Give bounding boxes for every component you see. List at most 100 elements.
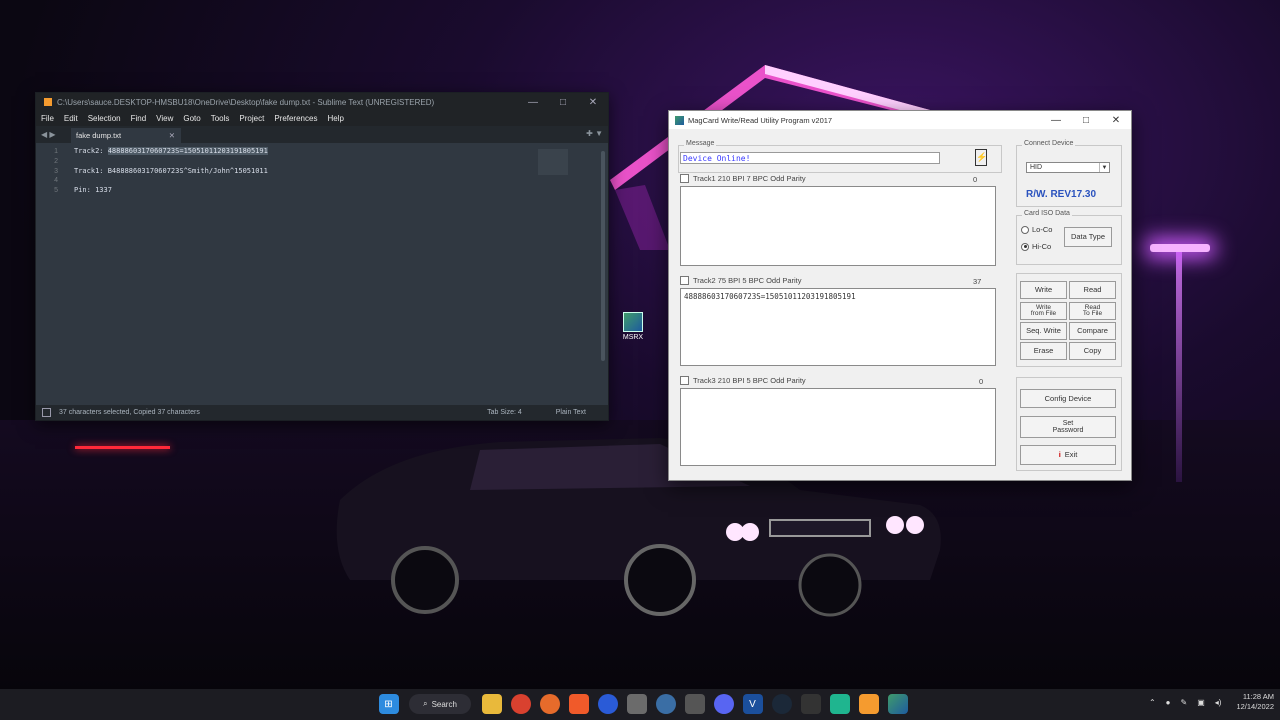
menu-find[interactable]: Find [131,114,147,123]
wallpaper-lamp [1150,244,1210,252]
maximize-icon[interactable]: □ [1071,115,1101,126]
tab-close-icon[interactable]: ✕ [169,131,175,140]
chevron-up-icon[interactable]: ⌃ [1149,698,1156,707]
menu-goto[interactable]: Goto [183,114,200,123]
desktop-icon-msrx[interactable]: MSRX [620,312,646,341]
set-password-button[interactable]: Set Password [1020,416,1116,438]
track3-field[interactable] [680,388,996,466]
seq-write-button[interactable]: Seq. Write [1020,322,1067,340]
network-icon[interactable]: ▣ [1197,698,1205,707]
track2-checkbox[interactable] [680,276,689,285]
firefox-icon[interactable] [539,694,560,714]
clock-date: 12/14/2022 [1236,702,1274,711]
track2-field[interactable]: 4888860317060723S=15051011203191805191 [680,288,996,366]
menu-project[interactable]: Project [239,114,264,123]
terminal-icon[interactable] [800,694,821,714]
app-icon[interactable] [684,694,705,714]
info-icon: i [1058,450,1061,460]
tab-fake-dump[interactable]: fake dump.txt ✕ [71,128,181,143]
track1-checkbox[interactable] [680,174,689,183]
brave-icon[interactable] [568,694,589,714]
write-button[interactable]: Write [1020,281,1067,299]
code-lines[interactable]: Track2: 4888860317060723S=15051011203191… [74,147,268,196]
read-button[interactable]: Read [1069,281,1116,299]
erase-button[interactable]: Erase [1020,342,1067,360]
menu-help[interactable]: Help [327,114,343,123]
track3-count: 0 [979,377,984,386]
close-icon[interactable]: ✕ [1101,115,1131,126]
chrome-icon[interactable] [510,694,531,714]
chevron-down-icon[interactable]: ▼ [1099,163,1109,172]
magcard-window: MagCard Write/Read Utility Program v2017… [668,110,1132,481]
pen-icon[interactable]: ✎ [1181,698,1188,707]
vertical-scrollbar[interactable] [601,151,605,361]
menu-edit[interactable]: Edit [64,114,78,123]
config-device-button[interactable]: Config Device [1020,389,1116,408]
menu-preferences[interactable]: Preferences [274,114,317,123]
vs-icon[interactable]: V [742,694,763,714]
app-icon[interactable] [597,694,618,714]
device-select[interactable]: HID ▼ [1026,162,1110,173]
close-icon[interactable]: ✕ [578,97,608,108]
search-icon: ⌕ [423,699,428,708]
clock-time: 11:28 AM [1242,692,1274,701]
minimize-icon[interactable]: — [1041,115,1071,126]
radio-lo-co[interactable]: Lo-Co [1021,225,1052,234]
magcard-window-title: MagCard Write/Read Utility Program v2017 [688,115,833,125]
magcard-titlebar: MagCard Write/Read Utility Program v2017… [669,111,1131,129]
msrx-taskbar-icon[interactable] [887,694,908,714]
menu-view[interactable]: View [156,114,173,123]
wallpaper-lamp-pole [1176,252,1182,482]
minimap[interactable] [538,149,568,175]
radio-hi-co-dot[interactable] [1021,242,1029,251]
radio-lo-co-dot[interactable] [1021,225,1029,234]
system-tray: ⌃ ● ✎ ▣ ◂) 11:28 AM 12/14/2022 [1144,692,1274,712]
track1-header: Track1 210 BPI 7 BPC Odd Parity [680,174,806,183]
menu-file[interactable]: File [41,114,54,123]
taskbar: ⊞ ⌕ Search V ⌃ ● ✎ ▣ ◂) 11:28 AM 12/14/2… [0,689,1280,720]
volume-icon[interactable]: ◂) [1215,698,1222,707]
status-tab-size[interactable]: Tab Size: 4 [487,409,522,416]
tab-nav-arrows-icon[interactable]: ◀ ▶ [36,130,71,139]
battery-icon: ⚡ [975,149,987,166]
tab-controls-icon[interactable]: ✚ ▼ [586,129,603,138]
menu-selection[interactable]: Selection [88,114,121,123]
radio-hi-co[interactable]: Hi-Co [1021,242,1051,251]
clock[interactable]: 11:28 AM 12/14/2022 [1236,692,1274,712]
app-icon[interactable] [626,694,647,714]
track1-count: 0 [973,175,978,184]
file-explorer-icon[interactable] [481,694,502,714]
windows-start-icon[interactable]: ⊞ [378,694,399,714]
discord-icon[interactable] [713,694,734,714]
desktop-icon-label: MSRX [622,334,644,341]
app-icon[interactable] [829,694,850,714]
status-syntax[interactable]: Plain Text [556,409,586,416]
sublime-tabbar: ◀ ▶ fake dump.txt ✕ ✚ ▼ [36,126,608,143]
sublime-editor[interactable]: 1 2 3 4 5 Track2: 4888860317060723S=1505… [36,145,608,405]
line-number: 4 [54,177,58,185]
read-to-file-button[interactable]: Read To File [1069,302,1116,320]
code-line-3: Track1: B4888860317060723S^Smith/John^15… [74,166,268,175]
compare-button[interactable]: Compare [1069,322,1116,340]
panel-toggle-icon[interactable] [42,408,51,417]
microphone-icon[interactable]: ● [1166,698,1171,707]
exit-label: Exit [1064,450,1078,460]
minimize-icon[interactable]: — [518,97,548,108]
steam-icon[interactable] [771,694,792,714]
write-from-file-button[interactable]: Write from File [1020,302,1067,320]
data-type-button[interactable]: Data Type [1064,227,1112,247]
track2-count: 37 [973,277,982,286]
sublime-taskbar-icon[interactable] [858,694,879,714]
card-iso-label: Card ISO Data [1022,210,1072,217]
copy-button[interactable]: Copy [1069,342,1116,360]
app-icon[interactable] [655,694,676,714]
line-number: 2 [54,157,58,165]
exit-button[interactable]: i Exit [1020,445,1116,465]
menu-tools[interactable]: Tools [211,114,230,123]
track1-field[interactable] [680,186,996,266]
maximize-icon[interactable]: □ [548,97,578,108]
taskbar-search[interactable]: ⌕ Search [409,694,471,714]
track3-checkbox[interactable] [680,376,689,385]
